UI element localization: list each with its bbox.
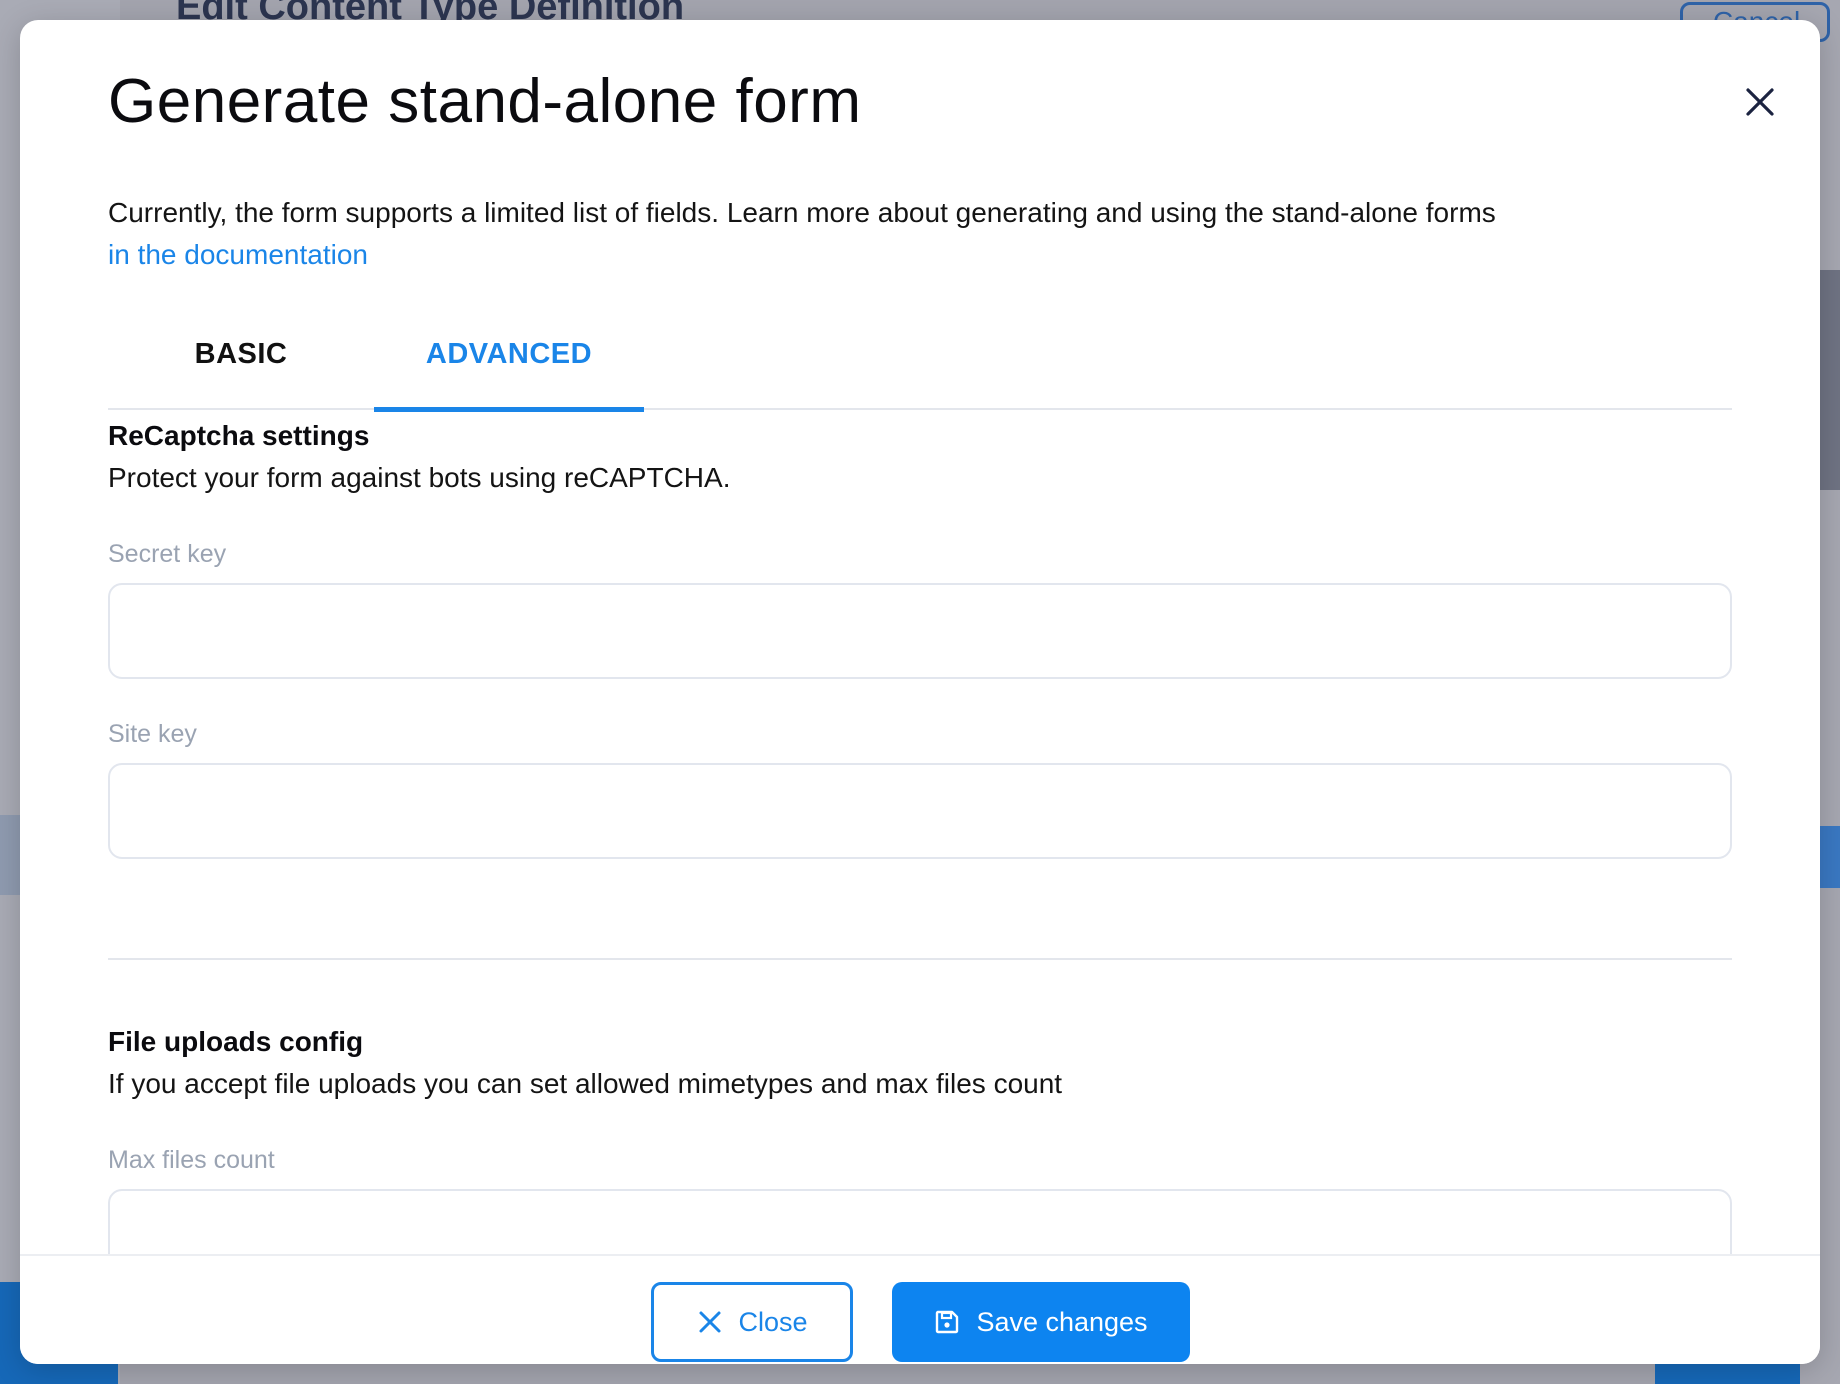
close-button-label: Close xyxy=(738,1306,808,1337)
background-right-image xyxy=(1818,270,1840,490)
tab-advanced[interactable]: ADVANCED xyxy=(374,310,644,412)
secret-key-input[interactable] xyxy=(108,583,1732,679)
max-files-count-label: Max files count xyxy=(108,1146,275,1174)
save-button-label: Save changes xyxy=(976,1306,1148,1337)
modal-title: Generate stand-alone form xyxy=(108,67,862,136)
background-sidebar-band xyxy=(0,815,20,895)
file-uploads-section-description: If you accept file uploads you can set a… xyxy=(108,1068,1063,1099)
active-tab-indicator xyxy=(374,407,644,412)
save-icon xyxy=(934,1309,960,1335)
site-key-input[interactable] xyxy=(108,763,1732,859)
recaptcha-section-title: ReCaptcha settings xyxy=(108,420,370,451)
secret-key-label: Secret key xyxy=(108,540,227,568)
recaptcha-section-description: Protect your form against bots using reC… xyxy=(108,462,731,493)
close-button[interactable]: Close xyxy=(651,1282,853,1362)
section-divider xyxy=(108,958,1732,960)
tab-basic[interactable]: BASIC xyxy=(108,310,374,410)
close-icon xyxy=(696,1308,724,1336)
modal-footer: Close Save changes xyxy=(20,1254,1820,1364)
site-key-label: Site key xyxy=(108,720,197,748)
documentation-link[interactable]: in the documentation xyxy=(108,239,368,270)
close-icon[interactable] xyxy=(1736,78,1784,126)
tab-bar: BASIC ADVANCED xyxy=(108,310,1732,412)
intro-paragraph: Currently, the form supports a limited l… xyxy=(108,192,1668,276)
save-changes-button[interactable]: Save changes xyxy=(892,1282,1190,1362)
tab-advanced-label: ADVANCED xyxy=(425,338,593,370)
file-uploads-section-title: File uploads config xyxy=(108,1026,364,1057)
intro-text: Currently, the form supports a limited l… xyxy=(108,197,1496,228)
generate-form-modal: Generate stand-alone form Currently, the… xyxy=(20,20,1820,1364)
